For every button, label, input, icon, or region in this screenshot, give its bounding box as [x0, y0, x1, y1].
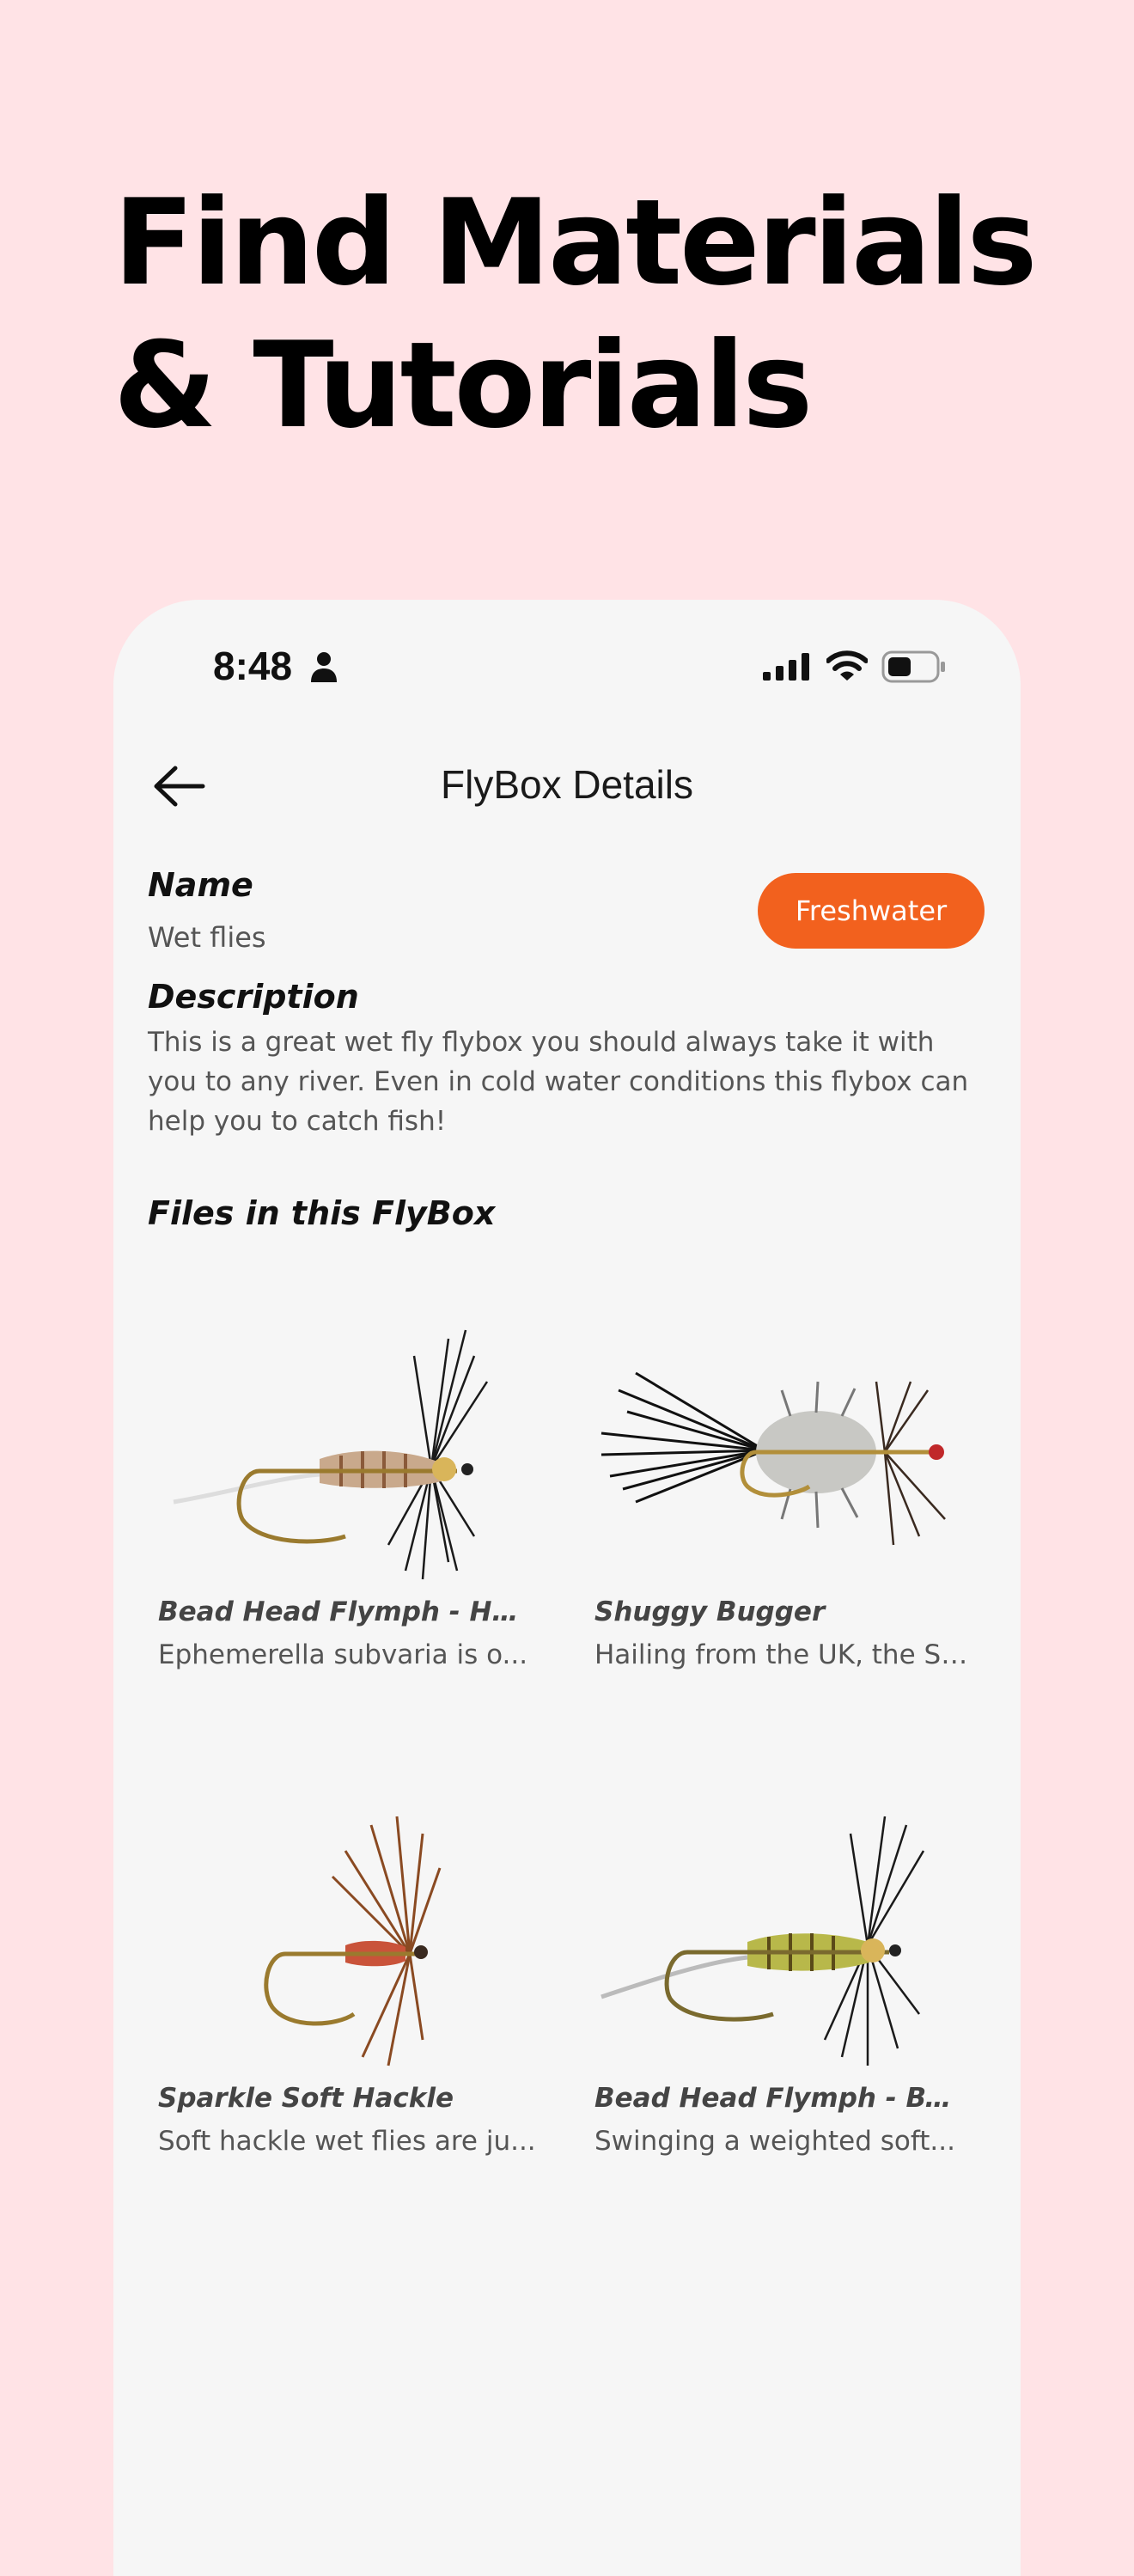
battery-icon	[881, 650, 945, 683]
person-icon	[311, 652, 337, 682]
fly-image	[264, 1816, 442, 2066]
status-bar: 8:48	[113, 600, 1021, 737]
file-subtitle: Swinging a weighted soft...	[594, 2126, 955, 2157]
fly-image	[173, 1329, 489, 1580]
file-title: Bead Head Flymph - BWO	[594, 2083, 972, 2114]
file-subtitle: Soft hackle wet flies are ju...	[158, 2126, 536, 2157]
file-title: Shuggy Bugger	[594, 1596, 826, 1627]
name-value: Wet flies	[148, 921, 266, 954]
files-section-label: Files in this FlyBox	[148, 1194, 496, 1232]
wifi-icon	[826, 650, 868, 681]
description-label: Description	[148, 978, 359, 1016]
status-time: 8:48	[213, 644, 293, 688]
category-tag[interactable]: Freshwater	[758, 873, 985, 949]
description-text: This is a great wet fly flybox you shoul…	[148, 1027, 969, 1137]
phone-screen: 8:48 FlyBox Details Name Wet flies Fresh…	[113, 600, 1021, 2576]
file-card[interactable]: Bead Head Flymph - Hen... Ephemerella su…	[148, 1287, 543, 1734]
file-title: Bead Head Flymph - Hen...	[158, 1596, 536, 1627]
fly-image	[601, 1816, 925, 2066]
file-subtitle: Ephemerella subvaria is o...	[158, 1639, 528, 1670]
fly-image	[601, 1371, 946, 1546]
headline-line-1: Find Materials	[113, 174, 1038, 312]
name-label: Name	[148, 866, 253, 904]
nav-bar: FlyBox Details	[113, 737, 1021, 832]
page-title: FlyBox Details	[441, 762, 693, 807]
file-card[interactable]: Sparkle Soft Hackle Soft hackle wet flie…	[148, 1773, 543, 2220]
file-subtitle: Hailing from the UK, the Sh...	[594, 1639, 972, 1670]
cellular-signal-icon	[763, 653, 809, 681]
file-title: Sparkle Soft Hackle	[158, 2083, 454, 2114]
file-card[interactable]: Bead Head Flymph - BWO Swinging a weight…	[584, 1773, 979, 2220]
headline: Find Materials & Tutorials	[113, 172, 1058, 457]
headline-line-2: & Tutorials	[113, 316, 813, 455]
file-card[interactable]: Shuggy Bugger Hailing from the UK, the S…	[584, 1287, 979, 1734]
